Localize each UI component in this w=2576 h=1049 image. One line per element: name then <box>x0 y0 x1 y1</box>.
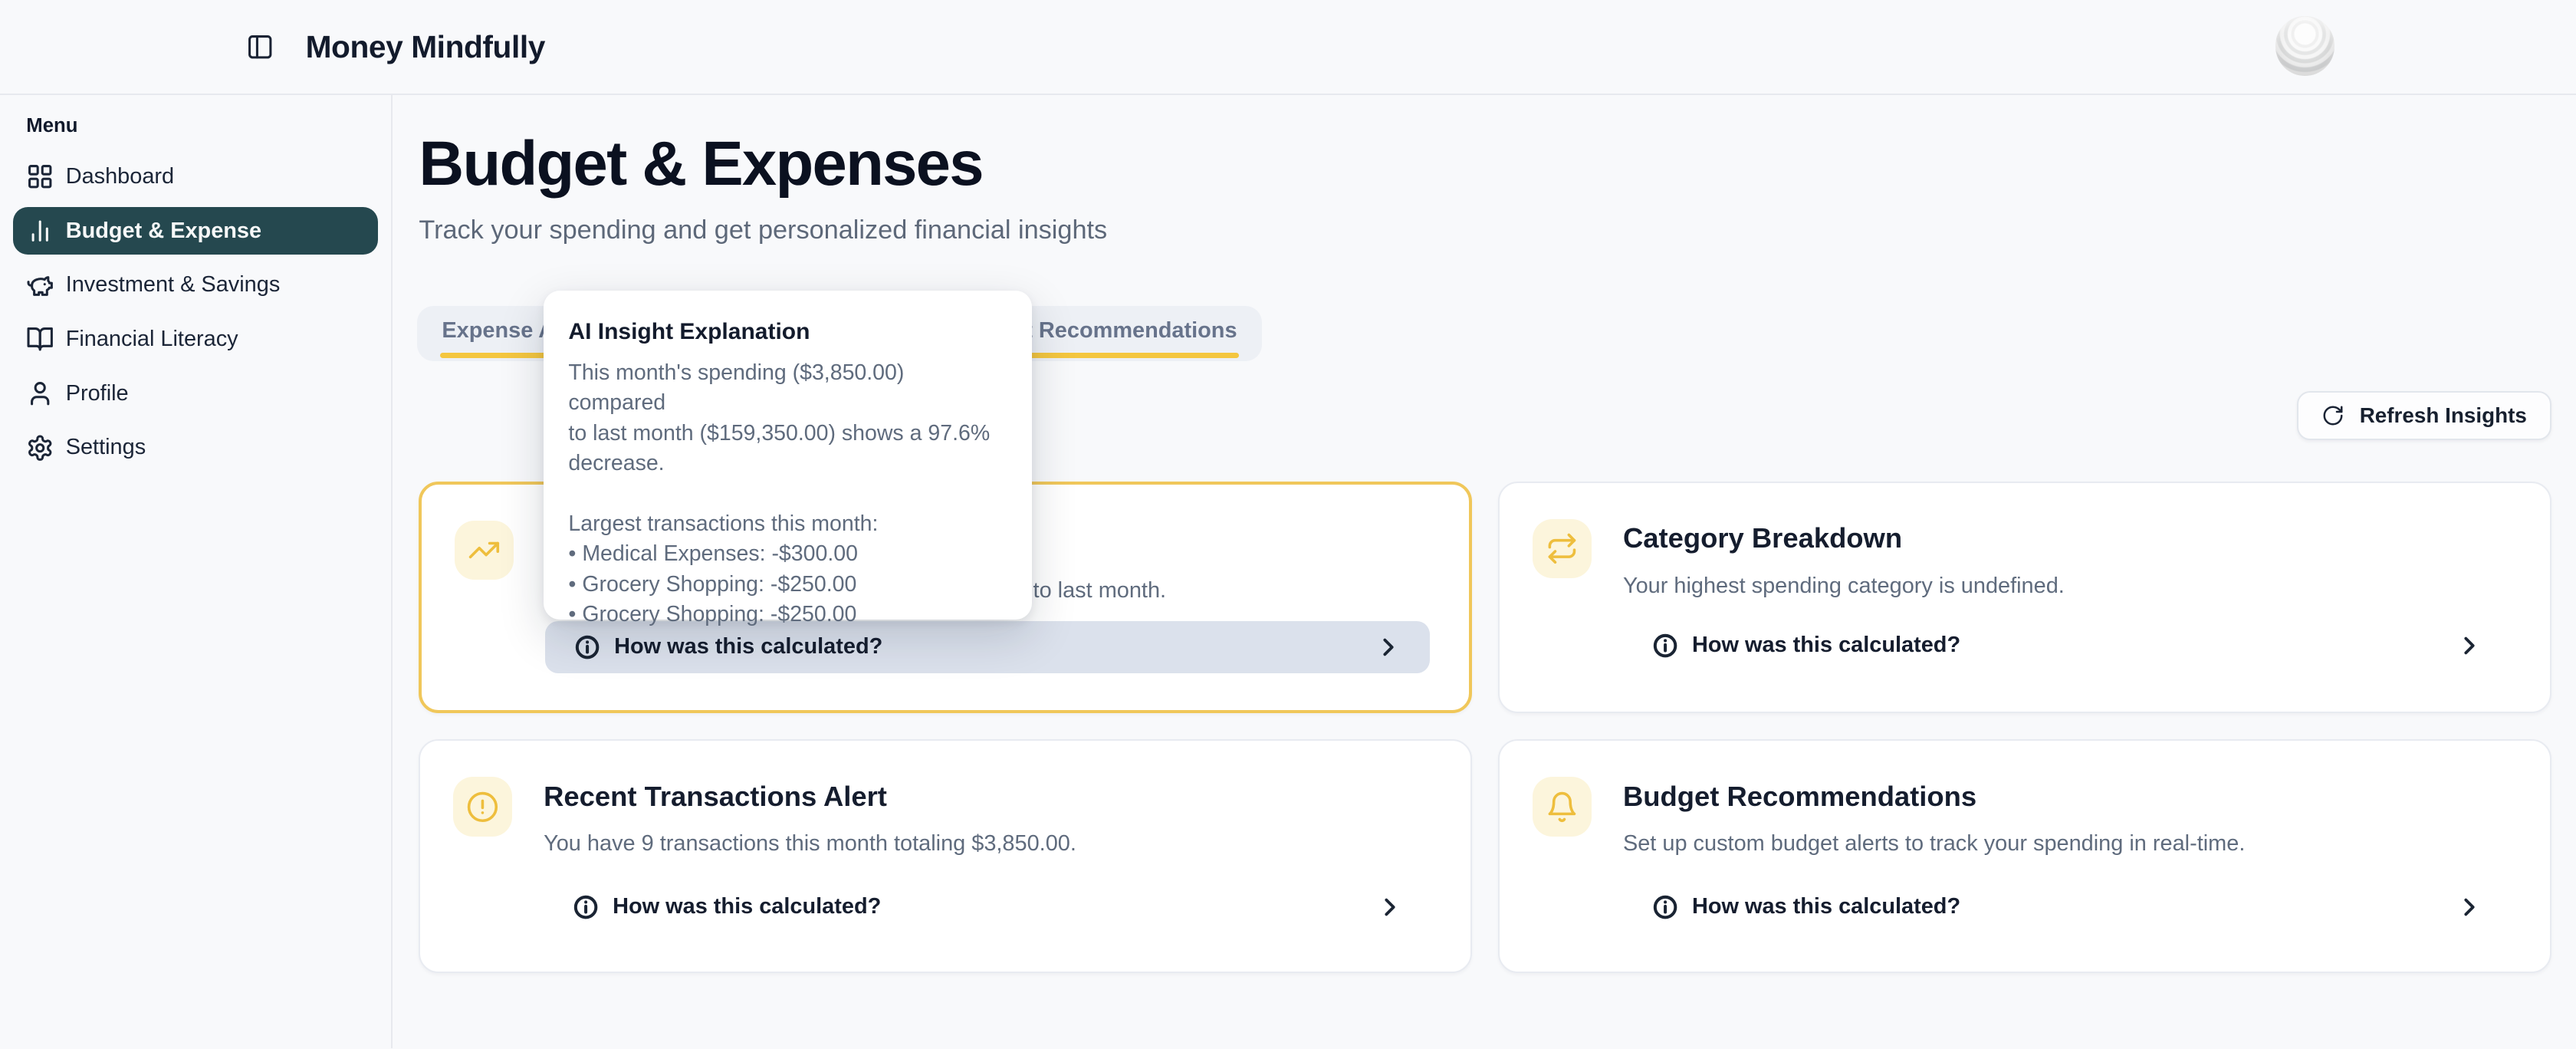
chevron-right-icon <box>2458 634 2481 657</box>
piggy-bank-icon <box>26 271 54 299</box>
sidebar-item-label: Dashboard <box>66 164 174 189</box>
how-calculated-button[interactable]: How was this calculated? <box>1623 880 2510 933</box>
sidebar: Menu Dashboard Budget & Expense Investme… <box>0 94 393 1048</box>
panel-left-icon <box>246 33 274 61</box>
popover-body: This month's spending ($3,850.00) compar… <box>568 358 1007 630</box>
card-title: Budget Recommendations <box>1623 781 1976 813</box>
alert-circle-icon <box>453 777 512 836</box>
card-budget-recommendations: Budget Recommendations Set up custom bud… <box>1498 739 2551 972</box>
card-description: You have 9 transactions this month total… <box>544 831 1076 857</box>
sidebar-item-label: Settings <box>66 435 146 460</box>
card-recent-transactions-alert: Recent Transactions Alert You have 9 tra… <box>419 739 1472 972</box>
sidebar-item-label: Financial Literacy <box>66 327 238 352</box>
page-subtitle: Track your spending and get personalized… <box>419 215 1107 245</box>
sidebar-item-label: Profile <box>66 381 129 406</box>
how-calculated-label: How was this calculated? <box>613 894 881 919</box>
card-description: Set up custom budget alerts to track you… <box>1623 831 2245 857</box>
how-calculated-button[interactable]: How was this calculated? <box>1623 620 2510 672</box>
how-calculated-label: How was this calculated? <box>614 634 882 659</box>
sidebar-item-settings[interactable]: Settings <box>13 424 378 472</box>
sidebar-toggle-button[interactable] <box>246 33 274 61</box>
sidebar-item-budget-expense[interactable]: Budget & Expense <box>13 207 378 255</box>
chevron-right-icon <box>2458 896 2481 919</box>
bar-chart-icon <box>26 217 54 245</box>
sidebar-nav: Dashboard Budget & Expense Investment & … <box>0 153 391 472</box>
sidebar-item-dashboard[interactable]: Dashboard <box>13 153 378 200</box>
how-calculated-label: How was this calculated? <box>1692 894 1960 919</box>
dashboard-icon <box>26 163 54 190</box>
card-description: to last month. <box>1033 578 1167 603</box>
sidebar-item-label: Investment & Savings <box>66 272 281 298</box>
sidebar-section-label: Menu <box>26 115 77 137</box>
popover-title: AI Insight Explanation <box>568 319 1007 345</box>
chevron-right-icon <box>1377 636 1400 659</box>
sidebar-item-label: Budget & Expense <box>66 219 261 244</box>
refresh-insights-label: Refresh Insights <box>2360 403 2527 428</box>
card-title: Recent Transactions Alert <box>544 781 887 813</box>
refresh-insights-button[interactable]: Refresh Insights <box>2297 391 2551 440</box>
app-title: Money Mindfully <box>306 0 545 94</box>
how-calculated-label: How was this calculated? <box>1692 633 1960 658</box>
repeat-icon <box>1533 519 1592 578</box>
page-title: Budget & Expenses <box>419 128 982 200</box>
info-icon <box>1653 633 1677 658</box>
top-header: Money Mindfully <box>0 0 2576 95</box>
how-calculated-button[interactable]: How was this calculated? <box>544 880 1431 933</box>
refresh-icon <box>2321 404 2344 427</box>
card-title: Category Breakdown <box>1623 522 1902 554</box>
card-category-breakdown: Category Breakdown Your highest spending… <box>1498 482 2551 713</box>
sidebar-item-profile[interactable]: Profile <box>13 370 378 417</box>
chevron-right-icon <box>1378 896 1401 919</box>
info-icon <box>575 635 600 659</box>
user-icon <box>26 380 54 407</box>
sidebar-item-investment-savings[interactable]: Investment & Savings <box>13 261 378 309</box>
info-icon <box>1653 895 1677 919</box>
book-open-icon <box>26 325 54 353</box>
card-description: Your highest spending category is undefi… <box>1623 574 2065 599</box>
info-icon <box>573 895 598 919</box>
bell-icon <box>1533 777 1592 836</box>
ai-insight-popover: AI Insight Explanation This month's spen… <box>544 291 1031 620</box>
gear-icon <box>26 434 54 462</box>
sidebar-item-financial-literacy[interactable]: Financial Literacy <box>13 315 378 363</box>
trending-up-icon <box>455 521 514 580</box>
profile-avatar[interactable] <box>2275 16 2334 75</box>
